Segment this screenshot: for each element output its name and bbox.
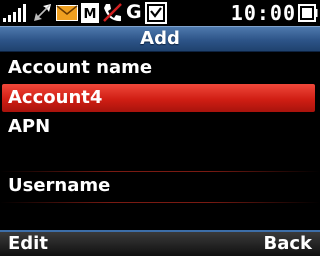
- network-icon: G: [126, 1, 142, 23]
- account-name-field[interactable]: Account4: [2, 84, 315, 112]
- battery-icon: [298, 4, 318, 22]
- back-softkey[interactable]: Back: [263, 233, 312, 255]
- envelope-icon: [56, 5, 78, 21]
- apn-label-row: APN: [0, 113, 320, 141]
- mms-icon: M: [81, 3, 99, 23]
- data-transfer-icon: [34, 4, 51, 21]
- softkey-bar: Edit Back: [0, 230, 320, 256]
- apn-label: APN: [8, 116, 51, 137]
- status-bar: M G 10:00: [0, 0, 320, 26]
- page-title: Add: [140, 28, 180, 49]
- voicemail-icon: [145, 2, 167, 24]
- title-bar: Add: [0, 26, 320, 52]
- apn-field[interactable]: [0, 142, 320, 170]
- signal-strength-icon: [3, 4, 26, 22]
- edit-softkey[interactable]: Edit: [8, 233, 48, 255]
- account-name-label: Account name: [8, 57, 153, 78]
- account-name-value: Account4: [8, 87, 103, 108]
- missed-call-icon: [103, 3, 122, 22]
- svg-text:M: M: [84, 7, 97, 22]
- account-name-label-row: Account name: [0, 54, 320, 82]
- username-label-row: Username: [0, 172, 320, 200]
- username-label: Username: [8, 175, 111, 196]
- username-field[interactable]: [0, 203, 320, 231]
- clock: 10:00: [230, 1, 296, 25]
- account-form: Account name Account4 APN Username: [0, 52, 320, 230]
